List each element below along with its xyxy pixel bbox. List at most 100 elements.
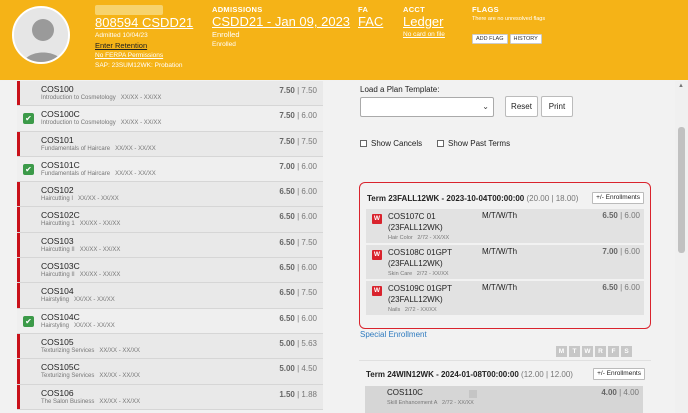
reset-button[interactable]: Reset xyxy=(505,96,538,117)
course-row[interactable]: COS105C Texturizing Services XX/XX - XX/X… xyxy=(17,359,323,385)
course-desc: Haircutting II XX/XX - XX/XX xyxy=(41,272,121,279)
status-bar xyxy=(17,384,20,409)
enrollment-units: 7.00 | 6.00 xyxy=(602,247,640,256)
enrollment-row[interactable]: W COS108C 01GPT (23FALL12WK) Skin Care 2/… xyxy=(366,245,644,280)
course-row[interactable]: ✔ COS100C Introduction to Cosmetology XX/X… xyxy=(17,106,323,132)
status-bar xyxy=(17,81,20,106)
checkbox[interactable] xyxy=(437,140,444,147)
special-enrollment-link[interactable]: Special Enrollment xyxy=(360,330,427,339)
show-past-terms-toggle[interactable]: Show Past Terms xyxy=(437,139,510,148)
course-row[interactable]: COS103 Haircutting II XX/XX - XX/XX 6.50 |… xyxy=(17,232,323,259)
meeting-days: M/T/W/Th xyxy=(482,283,518,292)
enrollment-status-sub: Enrolled xyxy=(212,41,236,48)
course-desc: Introduction to Cosmetology XX/XX - XX/X… xyxy=(41,95,162,101)
course-desc: Texturizing Services XX/XX - XX/XX xyxy=(41,373,141,380)
scrollbar-thumb[interactable] xyxy=(678,127,685,253)
course-desc: Introduction to Cosmetology XX/XX - XX/X… xyxy=(41,120,162,127)
course-code: COS100 xyxy=(41,84,74,94)
ferpa-link[interactable]: No FERPA Permissions xyxy=(95,51,193,61)
enrollment-desc: Nails 2/72 - XX/XX xyxy=(388,307,437,313)
course-row[interactable]: COS102C Haircutting 1 XX/XX - XX/XX 6.50 |… xyxy=(17,207,323,233)
course-row[interactable]: ✔ COS101C Fundamentals of Haircare XX/XX -… xyxy=(17,156,323,183)
course-code: COS102C xyxy=(41,210,80,221)
fa-link[interactable]: FAC xyxy=(358,14,383,30)
course-desc: The Salon Business XX/XX - XX/XX xyxy=(41,398,141,405)
plan-template-select[interactable]: ⌄ xyxy=(360,97,494,117)
show-cancels-label: Show Cancels xyxy=(371,139,423,148)
flags-status: There are no unresolved flags xyxy=(472,16,546,22)
weekday-toggle[interactable]: M xyxy=(556,346,567,357)
course-row[interactable]: COS103C Haircutting II XX/XX - XX/XX 6.50 … xyxy=(17,258,323,284)
plan-panel: Load a Plan Template: ⌄ Reset Print Show… xyxy=(355,81,660,413)
status-bar xyxy=(17,283,20,308)
course-units: 7.50 | 6.00 xyxy=(279,111,317,121)
meeting-days: M/T/W/Th xyxy=(482,247,518,256)
flags-label: FLAGS xyxy=(472,5,499,14)
course-row[interactable]: ✔ COS104C Hairstyling XX/XX - XX/XX 6.50 | … xyxy=(17,308,323,334)
weekday-toggle[interactable]: W xyxy=(582,346,593,357)
course-desc: Haircutting II XX/XX - XX/XX xyxy=(41,246,121,253)
enrollment-row[interactable]: W COS107C 01 (23FALL12WK) Hair Color 2/72… xyxy=(366,209,644,244)
acct-column: ACCT Ledger No card on file xyxy=(403,5,445,40)
withdrawn-badge: W xyxy=(372,250,382,260)
check-icon: ✔ xyxy=(23,315,34,327)
ledger-link[interactable]: Ledger xyxy=(403,14,445,30)
course-row[interactable]: COS100 Introduction to Cosmetology XX/XX … xyxy=(17,81,323,107)
course-units: 6.50 | 7.50 xyxy=(279,288,317,298)
enrollment-code: COS110C xyxy=(387,388,423,397)
admissions-link[interactable]: CSDD21 - Jan 09, 2023 xyxy=(212,14,350,30)
weekday-toggle[interactable]: R xyxy=(595,346,606,357)
flags-column: FLAGS There are no unresolved flags ADD … xyxy=(472,5,545,45)
scroll-up-icon[interactable]: ▲ xyxy=(678,83,684,89)
status-bar xyxy=(17,333,20,359)
print-button[interactable]: Print xyxy=(541,96,573,117)
term-title: Term 23FALL12WK - 2023-10-04T00:00:00 (2… xyxy=(367,194,579,203)
admitted-date: Admitted 10/04/23 xyxy=(95,32,148,39)
person-placeholder-icon xyxy=(14,8,68,62)
withdrawn-badge: W xyxy=(372,286,382,296)
course-units: 1.50 | 1.88 xyxy=(279,389,317,399)
fa-label: FA xyxy=(358,5,369,14)
enter-retention-link[interactable]: Enter Retention xyxy=(95,41,193,51)
course-units: 6.50 | 6.00 xyxy=(279,212,317,222)
course-row[interactable]: COS102 Haircutting I XX/XX - XX/XX 6.50 | … xyxy=(17,182,323,208)
row-checkbox[interactable] xyxy=(469,390,477,398)
weekday-toggle[interactable]: F xyxy=(608,346,619,357)
course-row[interactable]: COS101 Fundamentals of Haircare XX/XX - X… xyxy=(17,131,323,157)
show-cancels-toggle[interactable]: Show Cancels xyxy=(360,139,422,148)
student-id-link[interactable]: 808594 CSDD21 xyxy=(95,15,193,31)
add-flag-button[interactable]: ADD FLAG xyxy=(472,34,508,44)
course-row[interactable]: COS105 Texturizing Services XX/XX - XX/XX… xyxy=(17,333,323,360)
course-code: COS101C xyxy=(41,159,80,170)
history-button[interactable]: HISTORY xyxy=(509,34,542,44)
enrollments-button[interactable]: +/- Enrollments xyxy=(593,368,645,380)
enrollment-row[interactable]: W COS109C 01GPT (23FALL12WK) Nails 2/72 -… xyxy=(366,281,644,316)
weekday-toggle[interactable]: T xyxy=(569,346,580,357)
fa-column: FA FAC xyxy=(358,5,383,30)
enrollment-row[interactable]: COS110C Skill Enhancement A 2/72 - XX/XX… xyxy=(365,386,643,413)
chevron-down-icon: ⌄ xyxy=(482,102,489,111)
term-card: Term 24WIN12WK - 2024-01-08T00:00:00 (12… xyxy=(359,360,651,413)
course-units: 7.50 | 7.50 xyxy=(279,136,317,146)
course-desc: Hairstyling XX/XX - XX/XX xyxy=(41,322,115,329)
enrollment-units: 4.00 | 4.00 xyxy=(601,388,639,397)
page-scrollbar[interactable]: ▲ xyxy=(675,81,688,413)
course-desc: Texturizing Services XX/XX - XX/XX xyxy=(41,347,141,354)
course-desc: Haircutting 1 XX/XX - XX/XX xyxy=(41,221,121,228)
withdrawn-badge: W xyxy=(372,214,382,224)
status-bar xyxy=(17,182,20,207)
course-row[interactable]: COS104 Hairstyling XX/XX - XX/XX 6.50 | 7.… xyxy=(17,283,323,309)
enrollments-button[interactable]: +/- Enrollments xyxy=(592,192,644,204)
course-code: COS104 xyxy=(41,286,74,297)
course-desc: Hairstyling XX/XX - XX/XX xyxy=(41,297,115,304)
enrollment-desc: Skin Care 2/72 - XX/XX xyxy=(388,271,449,277)
course-row[interactable]: COS106 The Salon Business XX/XX - XX/XX 1.… xyxy=(17,384,323,410)
acct-label: ACCT xyxy=(403,5,426,14)
course-code: COS102 xyxy=(41,185,74,196)
enrollment-status: Enrolled xyxy=(212,30,240,39)
plan-template-label: Load a Plan Template: xyxy=(360,85,440,94)
weekday-toggle[interactable]: S xyxy=(621,346,632,357)
card-on-file-link[interactable]: No card on file xyxy=(403,30,445,40)
checkbox[interactable] xyxy=(360,140,367,147)
course-code: COS106 xyxy=(41,387,74,398)
